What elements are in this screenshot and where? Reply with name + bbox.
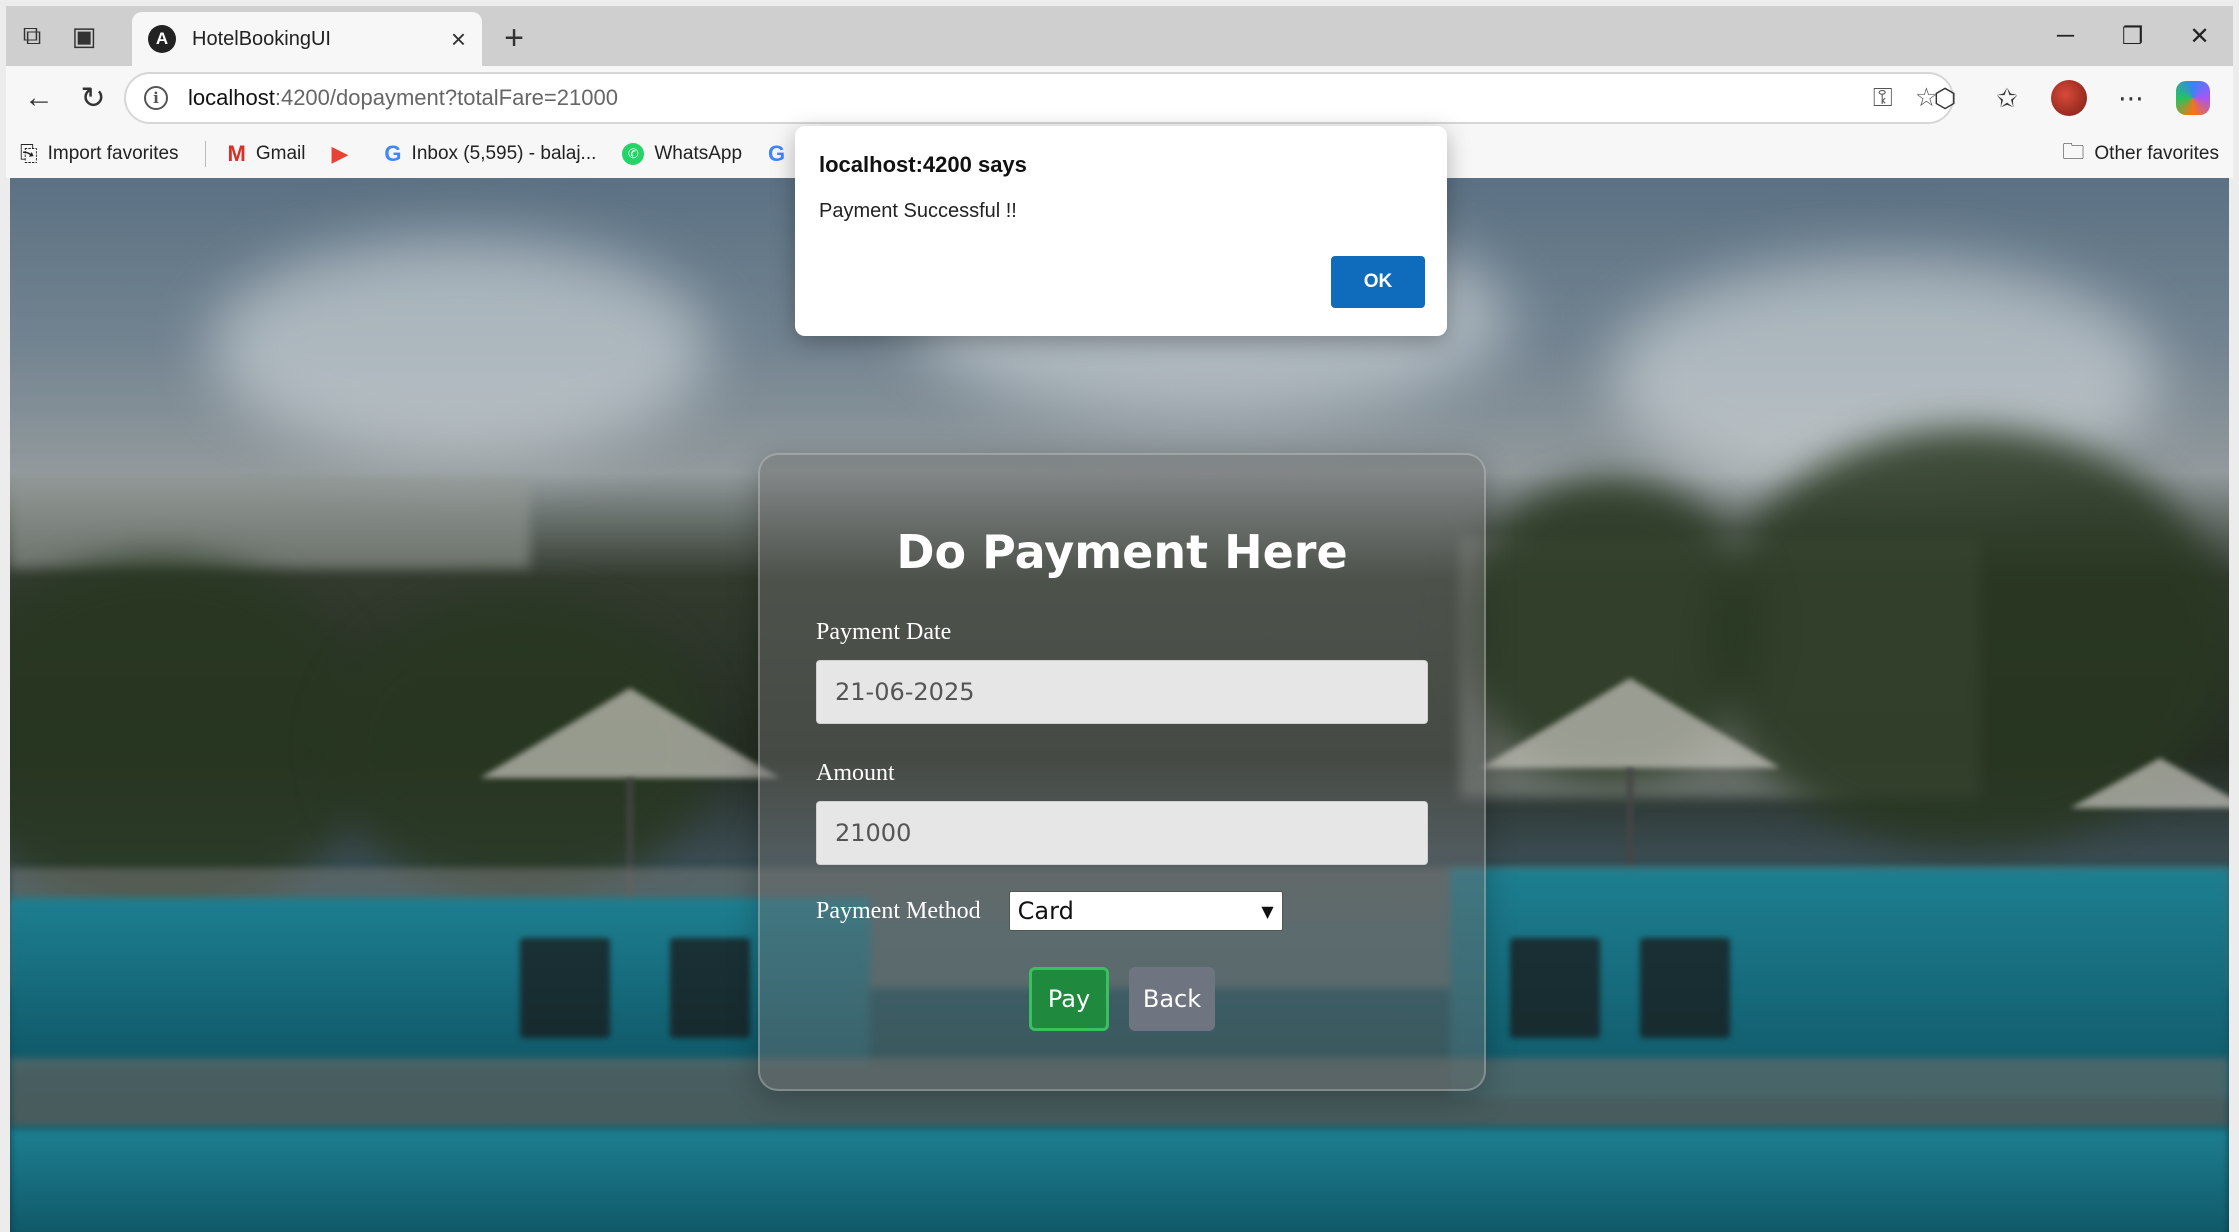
restore-icon[interactable]: ❐ <box>2099 6 2166 66</box>
payment-date-label: Payment Date <box>816 619 952 645</box>
payment-card: Do Payment Here Payment Date 21-06-2025 … <box>758 453 1486 1091</box>
more-options-icon[interactable]: ⋯ <box>2105 72 2157 124</box>
background-chair <box>1510 938 1600 1038</box>
folder-icon: 🗀 <box>2062 139 2085 164</box>
payment-method-value: Card <box>1017 897 1074 925</box>
close-window-icon[interactable]: ✕ <box>2166 6 2233 66</box>
tab-title: HotelBookingUI <box>192 27 331 50</box>
action-buttons: Pay Back <box>816 967 1428 1031</box>
copilot-button[interactable] <box>2167 72 2219 124</box>
background-umbrella <box>2070 758 2229 808</box>
angular-icon: A <box>148 25 176 53</box>
address-bar[interactable]: i localhost:4200/dopayment?totalFare=210… <box>124 72 1954 124</box>
bookmark-gmail[interactable]: M Gmail <box>228 141 306 167</box>
amount-label: Amount <box>816 760 895 786</box>
chevron-down-icon: ▼ <box>1261 901 1274 921</box>
bookmark-label: WhatsApp <box>654 143 743 164</box>
back-arrow-icon[interactable]: ← <box>12 71 66 125</box>
dialog-message: Payment Successful !! <box>819 200 1017 222</box>
browser-window: ⧉ ▣ A HotelBookingUI × + ─ ❐ ✕ ← ↻ i loc… <box>0 0 2239 1232</box>
other-favorites[interactable]: 🗀 Other favorites <box>2062 130 2219 178</box>
amount-field[interactable]: 21000 <box>816 801 1428 865</box>
google-icon: G <box>384 141 402 166</box>
close-tab-icon[interactable]: × <box>451 24 466 55</box>
play-store-icon: ▶ <box>331 141 349 166</box>
page-content: Do Payment Here Payment Date 21-06-2025 … <box>10 178 2229 1232</box>
dialog-title: localhost:4200 says <box>819 152 1027 177</box>
title-bar: ⧉ ▣ A HotelBookingUI × + ─ ❐ ✕ <box>6 6 2233 66</box>
site-info-icon[interactable]: i <box>144 86 168 110</box>
pay-button[interactable]: Pay <box>1029 967 1109 1031</box>
minimize-icon[interactable]: ─ <box>2032 6 2099 66</box>
vertical-tabs-icon[interactable]: ▣ <box>58 10 110 62</box>
payment-method-row: Payment Method Card ▼ <box>816 891 1428 931</box>
ok-button[interactable]: OK <box>1331 256 1425 308</box>
payment-method-select[interactable]: Card ▼ <box>1008 891 1283 931</box>
url-text[interactable]: localhost:4200/dopayment?totalFare=21000 <box>188 85 618 111</box>
bookmark-inbox[interactable]: G Inbox (5,595) - balaj... <box>384 141 596 167</box>
background-tree <box>10 558 370 918</box>
background-pool <box>10 1128 2229 1232</box>
copilot-icon <box>2176 81 2210 115</box>
favorites-icon[interactable]: ✩ <box>1981 72 2033 124</box>
import-icon: ⎘ <box>20 141 38 166</box>
bookmark-label: Import favorites <box>47 143 179 164</box>
key-icon[interactable]: ⚿ <box>1873 82 1893 114</box>
alert-dialog: localhost:4200 says Payment Successful !… <box>795 126 1447 336</box>
window-controls: ─ ❐ ✕ <box>2032 6 2233 66</box>
background-umbrella <box>480 688 780 778</box>
other-favorites-label: Other favorites <box>2094 143 2219 164</box>
background-building <box>10 478 530 568</box>
workspaces-icon[interactable]: ⧉ <box>6 10 58 62</box>
back-button[interactable]: Back <box>1129 967 1215 1031</box>
avatar <box>2051 80 2087 116</box>
bookmark-label: Inbox (5,595) - balaj... <box>411 143 597 164</box>
extensions-icon[interactable]: ⬡ <box>1919 72 1971 124</box>
background-chair <box>520 938 610 1038</box>
bookmark-import-favorites[interactable]: ⎘ Import favorites <box>20 141 179 167</box>
background-chair <box>670 938 750 1038</box>
page-title: Do Payment Here <box>896 525 1348 579</box>
profile-button[interactable] <box>2043 72 2095 124</box>
refresh-icon[interactable]: ↻ <box>66 71 120 125</box>
background-umbrella <box>1480 678 1780 768</box>
navigation-bar: ← ↻ i localhost:4200/dopayment?totalFare… <box>6 66 2233 130</box>
background-cloud <box>210 238 710 458</box>
gmail-icon: M <box>227 141 246 166</box>
new-tab-button[interactable]: + <box>492 16 536 60</box>
google-icon: G <box>768 141 786 166</box>
background-chair <box>1640 938 1730 1038</box>
payment-date-field[interactable]: 21-06-2025 <box>816 660 1428 724</box>
toolbar-actions: ⬡ ✩ ⋯ <box>1919 72 2219 124</box>
tab-hotelbookingui[interactable]: A HotelBookingUI × <box>132 12 482 66</box>
whatsapp-icon: ✆ <box>622 143 645 165</box>
bookmark-label: Gmail <box>255 143 306 164</box>
bookmark-whatsapp[interactable]: ✆ WhatsApp <box>622 143 742 165</box>
bookmark-play-store[interactable]: ▶ <box>332 141 359 167</box>
payment-method-label: Payment Method <box>816 897 981 924</box>
bookmark-separator <box>204 141 206 167</box>
